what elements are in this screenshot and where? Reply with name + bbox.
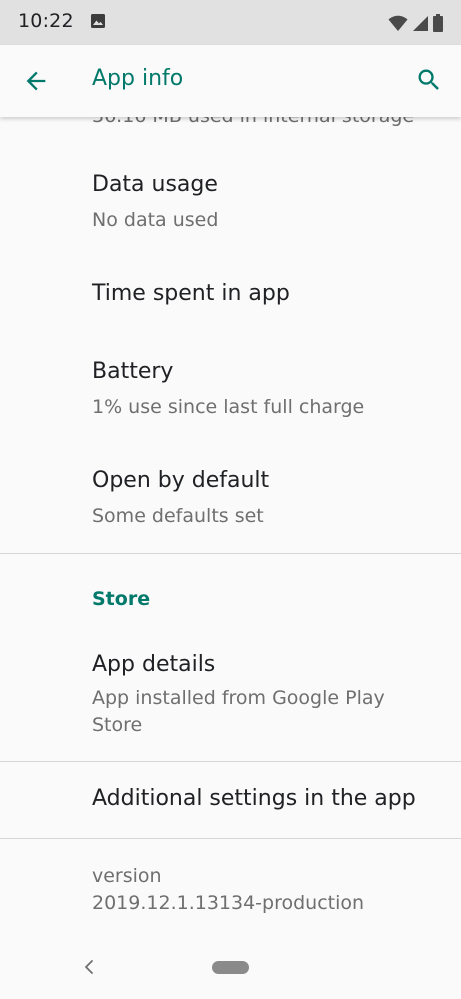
- search-icon[interactable]: [415, 66, 443, 94]
- back-arrow-icon[interactable]: [22, 67, 50, 95]
- open-by-default-item[interactable]: Open by default Some defaults set: [0, 442, 461, 542]
- wifi-icon: [388, 15, 408, 31]
- nav-back-icon[interactable]: [80, 956, 98, 978]
- navigation-bar: [0, 939, 461, 999]
- status-icons: [388, 12, 443, 32]
- page-title: App info: [92, 66, 184, 91]
- divider: [0, 553, 461, 554]
- battery-title: Battery: [92, 359, 174, 384]
- image-notification-icon: [91, 14, 105, 28]
- battery-icon: [433, 14, 443, 32]
- additional-settings-item[interactable]: Additional settings in the app: [0, 762, 461, 838]
- status-time: 10:22: [18, 10, 74, 32]
- app-details-item[interactable]: App details App installed from Google Pl…: [0, 627, 461, 761]
- version-value: 2019.12.1.13134-production: [92, 892, 365, 914]
- nav-home-pill[interactable]: [212, 961, 249, 974]
- time-spent-title: Time spent in app: [92, 281, 290, 306]
- data-usage-item[interactable]: Data usage No data used: [0, 147, 461, 242]
- data-usage-summary: No data used: [92, 209, 219, 231]
- version-item: version 2019.12.1.13134-production: [0, 839, 461, 939]
- open-by-default-title: Open by default: [92, 468, 270, 493]
- time-spent-item[interactable]: Time spent in app: [0, 257, 461, 332]
- additional-settings-title: Additional settings in the app: [92, 786, 416, 811]
- storage-summary: 36.16 MB used in internal storage: [92, 117, 414, 127]
- data-usage-title: Data usage: [92, 172, 218, 197]
- cell-signal-icon: [413, 16, 428, 31]
- battery-summary: 1% use since last full charge: [92, 396, 365, 418]
- status-bar: 10:22: [0, 0, 461, 45]
- app-bar: App info: [0, 45, 461, 117]
- battery-item[interactable]: Battery 1% use since last full charge: [0, 332, 461, 432]
- store-category-header: Store: [92, 588, 151, 610]
- version-label: version: [92, 865, 162, 887]
- settings-list[interactable]: 36.16 MB used in internal storage Data u…: [0, 117, 461, 939]
- app-details-summary: App installed from Google Play Store: [92, 687, 385, 736]
- open-by-default-summary: Some defaults set: [92, 505, 264, 527]
- app-details-title: App details: [92, 652, 216, 677]
